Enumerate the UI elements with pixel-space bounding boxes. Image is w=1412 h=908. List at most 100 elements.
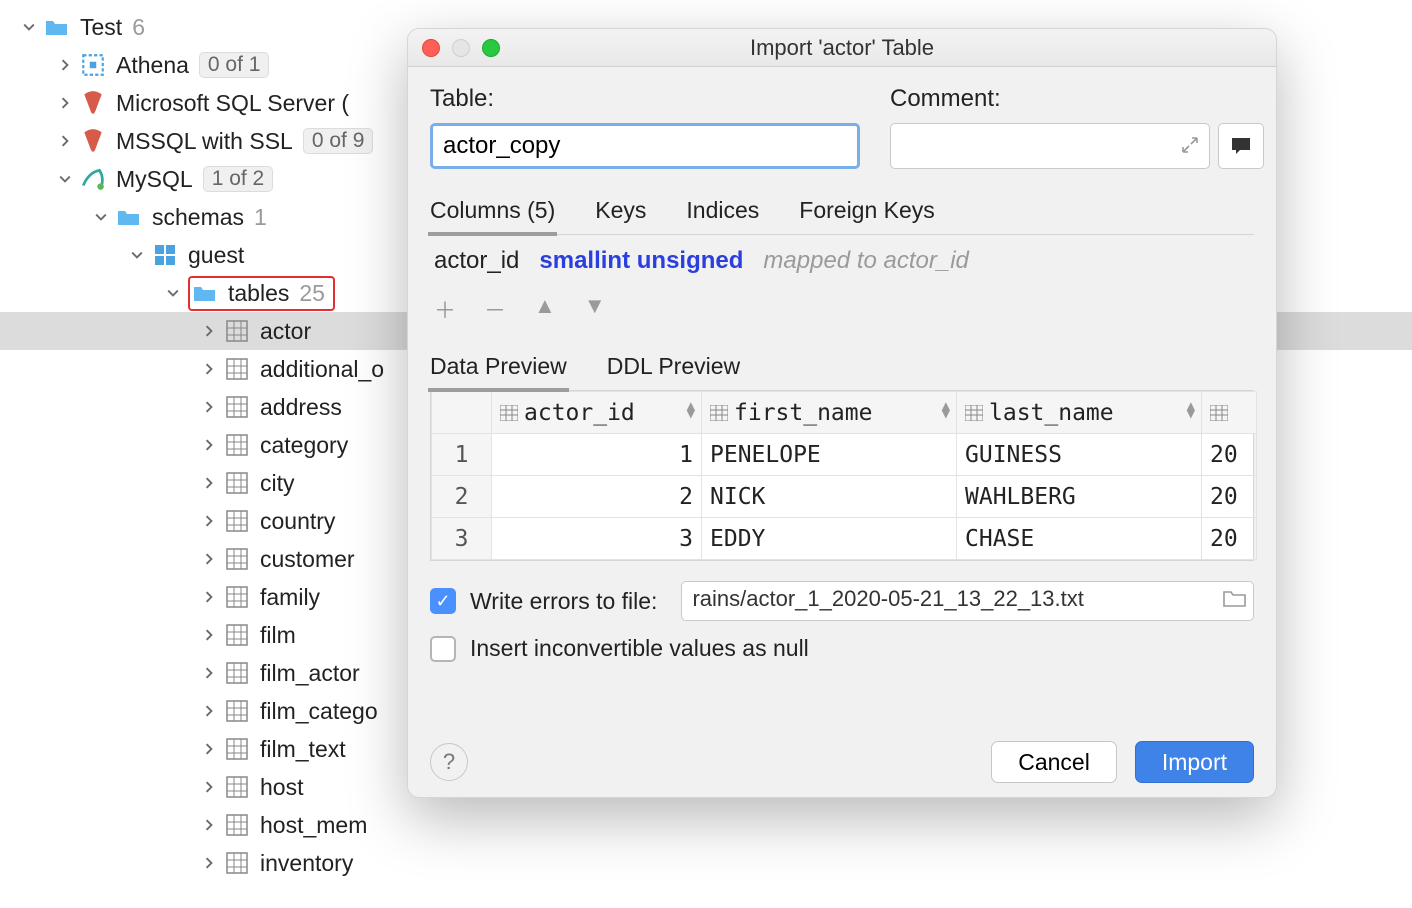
column-mapping: mapped to actor_id — [763, 247, 968, 275]
datasource-icon — [80, 90, 106, 116]
dialog-footer: ? Cancel Import — [430, 741, 1254, 783]
write-errors-label: Write errors to file: — [470, 588, 657, 615]
table-name-input[interactable] — [430, 123, 860, 169]
table-row[interactable]: 33EDDYCHASE20 — [432, 518, 1257, 560]
tables-highlight: tables 25 — [188, 276, 335, 311]
write-errors-checkbox[interactable]: ✓ — [430, 588, 456, 614]
chevron-right-icon[interactable] — [200, 477, 218, 489]
dialog-titlebar[interactable]: Import 'actor' Table — [408, 29, 1276, 67]
column-header[interactable]: actor_id▲▼ — [492, 392, 702, 434]
column-header[interactable]: first_name▲▼ — [702, 392, 957, 434]
tab-indices[interactable]: Indices — [686, 197, 759, 234]
chevron-right-icon[interactable] — [200, 553, 218, 565]
chevron-down-icon[interactable] — [56, 173, 74, 185]
tree-label: host_mem — [260, 812, 367, 839]
column-name: actor_id — [434, 247, 519, 275]
import-button[interactable]: Import — [1135, 741, 1254, 783]
errors-file-input[interactable]: rains/actor_1_2020-05-21_13_22_13.txt — [681, 581, 1254, 621]
tree-label: film — [260, 622, 296, 649]
chevron-right-icon[interactable] — [200, 363, 218, 375]
count-pill: 0 of 9 — [303, 128, 374, 154]
section-tabs: Columns (5) Keys Indices Foreign Keys — [430, 197, 1254, 235]
tab-columns[interactable]: Columns (5) — [430, 197, 555, 234]
chevron-right-icon[interactable] — [200, 439, 218, 451]
folder-icon — [116, 204, 142, 230]
folder-icon — [192, 280, 218, 306]
remove-icon[interactable]: － — [484, 293, 506, 325]
table-icon — [224, 850, 250, 876]
maximize-icon[interactable] — [482, 39, 500, 57]
help-button[interactable]: ? — [430, 743, 468, 781]
table-row[interactable]: 11PENELOPEGUINESS20 — [432, 434, 1257, 476]
tree-label: host — [260, 774, 303, 801]
tree-label: schemas — [152, 204, 244, 231]
chevron-right-icon[interactable] — [200, 591, 218, 603]
count-pill: 1 of 2 — [203, 166, 274, 192]
tree-table[interactable]: inventory — [0, 844, 1412, 882]
chevron-right-icon[interactable] — [200, 819, 218, 831]
tab-ddl-preview[interactable]: DDL Preview — [607, 353, 740, 390]
move-up-icon[interactable]: ▲ — [534, 293, 556, 325]
column-header[interactable] — [1202, 392, 1257, 434]
datasource-icon — [80, 128, 106, 154]
column-icon — [1210, 405, 1228, 421]
schema-icon — [152, 242, 178, 268]
chevron-right-icon[interactable] — [200, 515, 218, 527]
tree-label: film_text — [260, 736, 346, 763]
tree-label: city — [260, 470, 295, 497]
table-icon — [224, 736, 250, 762]
chevron-right-icon[interactable] — [200, 325, 218, 337]
comment-bubble-button[interactable] — [1218, 123, 1264, 169]
close-icon[interactable] — [422, 39, 440, 57]
chevron-down-icon[interactable] — [164, 287, 182, 299]
chevron-right-icon[interactable] — [200, 743, 218, 755]
comment-input[interactable] — [890, 123, 1210, 169]
insert-null-checkbox[interactable] — [430, 636, 456, 662]
tab-foreign-keys[interactable]: Foreign Keys — [799, 197, 935, 234]
chevron-right-icon[interactable] — [200, 401, 218, 413]
table-icon — [224, 432, 250, 458]
tree-label: address — [260, 394, 342, 421]
tree-table[interactable]: host_mem — [0, 806, 1412, 844]
tab-data-preview[interactable]: Data Preview — [430, 353, 567, 390]
table-icon — [224, 470, 250, 496]
chevron-right-icon[interactable] — [200, 781, 218, 793]
column-detail-row[interactable]: actor_id smallint unsigned mapped to act… — [430, 235, 1254, 287]
browse-icon[interactable] — [1223, 588, 1247, 608]
move-down-icon[interactable]: ▼ — [584, 293, 606, 325]
tree-label: Test — [80, 14, 122, 41]
chevron-down-icon[interactable] — [20, 21, 38, 33]
chevron-down-icon[interactable] — [92, 211, 110, 223]
column-icon — [500, 405, 518, 421]
sort-icon[interactable]: ▲▼ — [942, 402, 950, 418]
tree-label: customer — [260, 546, 355, 573]
chevron-right-icon[interactable] — [200, 667, 218, 679]
sort-icon[interactable]: ▲▼ — [1187, 402, 1195, 418]
chevron-right-icon[interactable] — [200, 629, 218, 641]
table-icon — [224, 508, 250, 534]
minimize-icon[interactable] — [452, 39, 470, 57]
table-row[interactable]: 22NICKWAHLBERG20 — [432, 476, 1257, 518]
cancel-button[interactable]: Cancel — [991, 741, 1117, 783]
chevron-right-icon[interactable] — [200, 705, 218, 717]
chevron-right-icon[interactable] — [56, 59, 74, 71]
table-icon — [224, 318, 250, 344]
tab-keys[interactable]: Keys — [595, 197, 646, 234]
expand-icon[interactable] — [1181, 136, 1199, 154]
chevron-right-icon[interactable] — [56, 135, 74, 147]
tree-label: category — [260, 432, 348, 459]
chevron-right-icon[interactable] — [56, 97, 74, 109]
column-icon — [965, 405, 983, 421]
chevron-down-icon[interactable] — [128, 249, 146, 261]
add-icon[interactable]: ＋ — [434, 293, 456, 325]
folder-icon — [44, 14, 70, 40]
data-preview-table[interactable]: actor_id▲▼ first_name▲▼ last_name▲▼ 11PE… — [430, 391, 1254, 561]
column-header[interactable]: last_name▲▼ — [957, 392, 1202, 434]
tree-label: film_catego — [260, 698, 378, 725]
count-pill: 0 of 1 — [199, 52, 270, 78]
sort-icon[interactable]: ▲▼ — [687, 402, 695, 418]
tree-label: tables — [228, 280, 289, 307]
insert-null-label: Insert inconvertible values as null — [470, 635, 809, 662]
tree-label: guest — [188, 242, 244, 269]
chevron-right-icon[interactable] — [200, 857, 218, 869]
